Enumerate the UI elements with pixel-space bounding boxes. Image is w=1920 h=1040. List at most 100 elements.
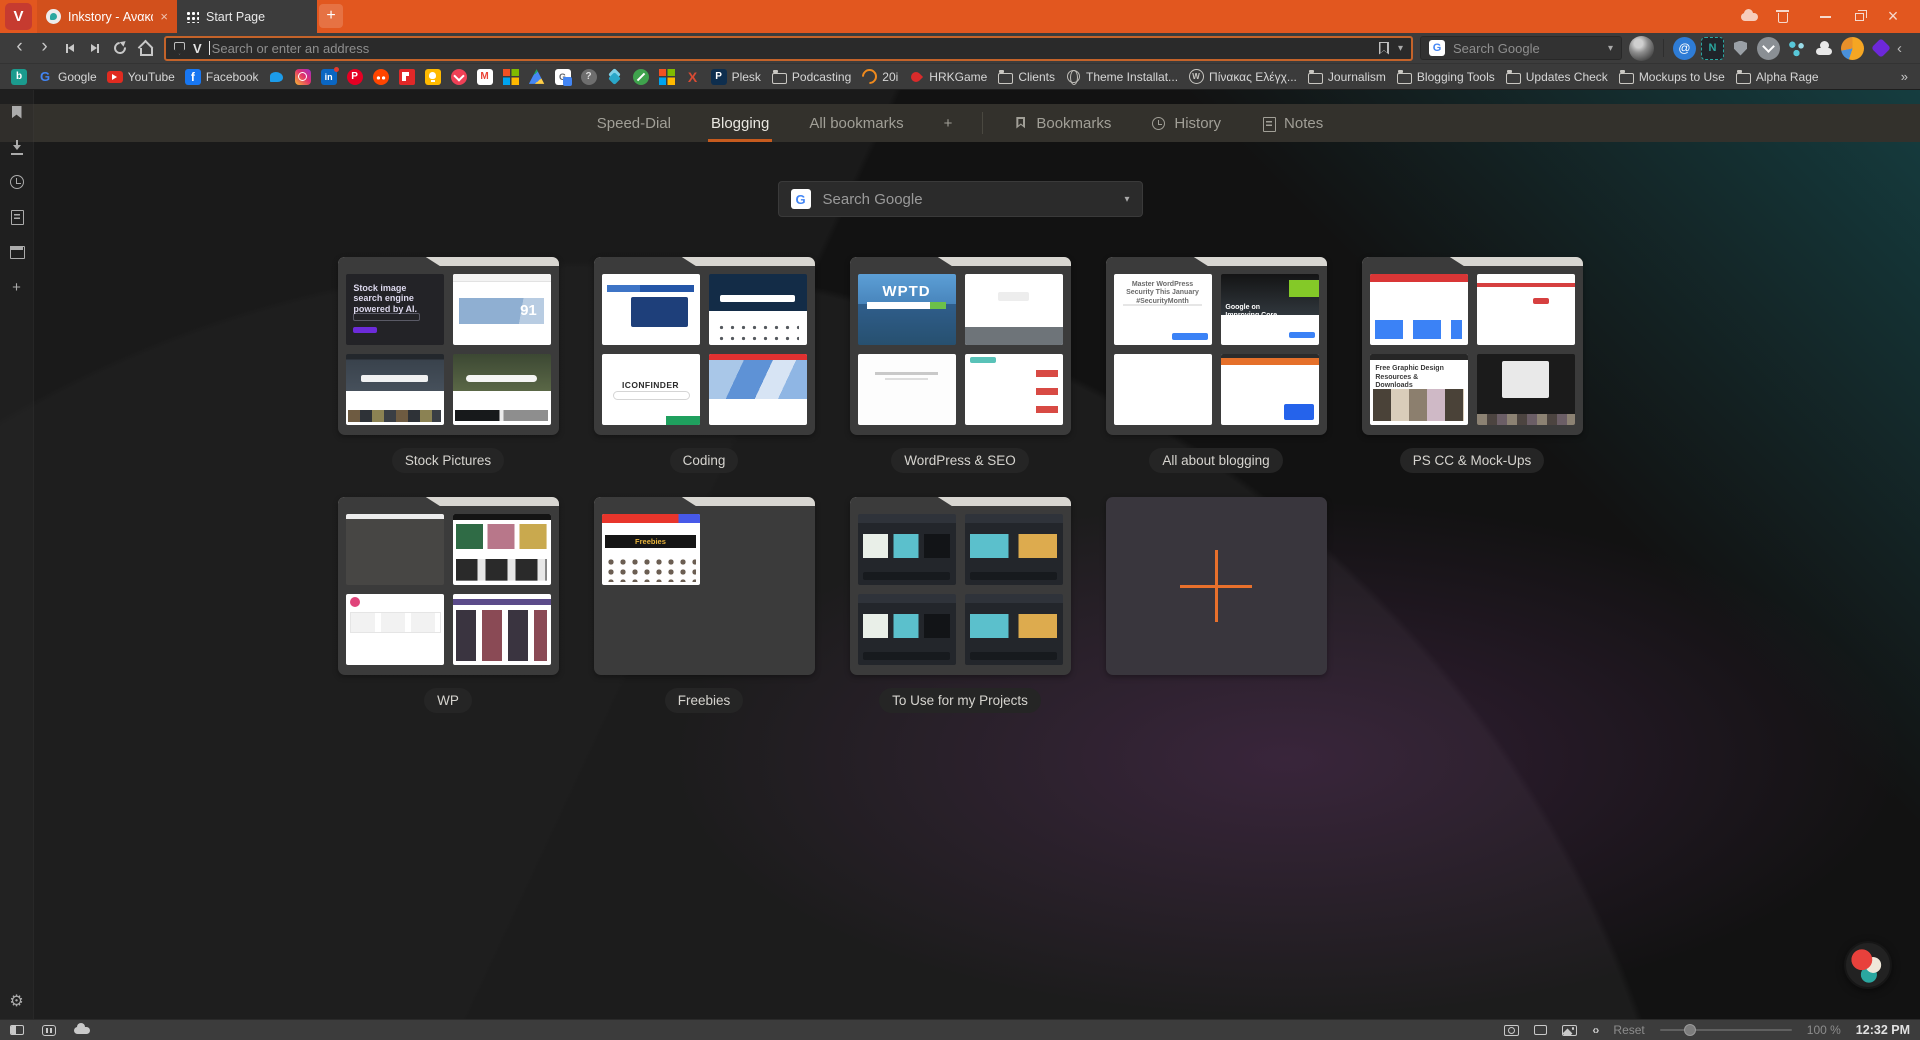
maximize-button[interactable]	[1842, 0, 1876, 33]
purple-cube-extension-icon[interactable]	[1869, 37, 1892, 60]
bookmark-item-office[interactable]	[654, 66, 680, 88]
bookmark-item-Updates Check[interactable]: Updates Check	[1500, 66, 1613, 88]
sync-cloud-icon[interactable]	[1732, 0, 1766, 33]
bookmark-item-Blogging Tools[interactable]: Blogging Tools	[1391, 66, 1500, 88]
dial-folder-tile[interactable]: Free Graphic Design Resources & Download…	[1362, 257, 1583, 435]
reload-button[interactable]	[107, 36, 132, 61]
bookmarks-panel-icon[interactable]	[9, 104, 25, 120]
bookmark-item-bing[interactable]: b	[6, 66, 32, 88]
bookmark-item-layers[interactable]	[602, 66, 628, 88]
add-speed-dial-button[interactable]	[1106, 497, 1327, 675]
zoom-slider[interactable]	[1660, 1029, 1792, 1031]
zoom-reset-button[interactable]: Reset	[1613, 1023, 1644, 1037]
capture-page-icon[interactable]	[1504, 1025, 1519, 1036]
downloads-panel-icon[interactable]	[9, 139, 25, 155]
toggle-panel-icon[interactable]	[10, 1025, 24, 1035]
rewind-button[interactable]	[57, 36, 82, 61]
back-button[interactable]: ‹	[7, 36, 32, 61]
startpage-panel-history[interactable]: History	[1148, 104, 1224, 142]
closed-tabs-trash-icon[interactable]	[1766, 0, 1800, 33]
bookmark-item-Google[interactable]: GGoogle	[32, 66, 102, 88]
dial-folder-tile[interactable]: WPTD	[850, 257, 1071, 435]
dial-folder-tile[interactable]: Stock image search engine powered by AI.…	[338, 257, 559, 435]
bookmark-item-keep[interactable]	[420, 66, 446, 88]
add-web-panel-icon[interactable]: +	[9, 279, 25, 295]
bookmark-item-Clients[interactable]: Clients	[992, 66, 1060, 88]
bookmark-item-linkedin[interactable]: in	[316, 66, 342, 88]
start-page-search-field[interactable]: G Search Google ▾	[778, 181, 1143, 217]
startpage-tab-speed-dial[interactable]: Speed-Dial	[594, 104, 674, 142]
minimize-button[interactable]	[1808, 0, 1842, 33]
bookmark-item-pinterest[interactable]: P	[342, 66, 368, 88]
bookmark-item-twitter[interactable]	[264, 66, 290, 88]
bookmark-item-Journalism[interactable]: Journalism	[1302, 66, 1391, 88]
bookmark-item-YouTube[interactable]: YouTube	[102, 66, 180, 88]
startpage-tab-blogging[interactable]: Blogging	[708, 104, 772, 142]
bookmark-item-redx[interactable]: X	[680, 66, 706, 88]
dial-folder-tile[interactable]: Master WordPress Security This January #…	[1106, 257, 1327, 435]
bookmark-item-reddit[interactable]	[368, 66, 394, 88]
new-tab-button[interactable]: +	[319, 4, 343, 28]
bookmark-item-Podcasting[interactable]: Podcasting	[766, 66, 856, 88]
vivaldi-menu-button[interactable]: V	[5, 3, 32, 30]
cloud-extension-icon[interactable]	[1813, 37, 1836, 60]
address-dropdown-icon[interactable]: ▾	[1398, 43, 1403, 54]
startpage-panel-notes[interactable]: Notes	[1258, 104, 1326, 142]
profile-avatar[interactable]	[1629, 36, 1654, 61]
bookmark-item-drive[interactable]	[524, 66, 550, 88]
collapse-extensions-icon[interactable]: ‹	[1897, 40, 1913, 57]
tab-close-icon[interactable]: ×	[160, 9, 168, 24]
bookmark-item-HRKGame[interactable]: HRKGame	[903, 66, 992, 88]
settings-gear-icon[interactable]: ⚙	[9, 993, 25, 1009]
bookmark-item-Facebook[interactable]: fFacebook	[180, 66, 264, 88]
address-field[interactable]: V Search or enter an address ▾	[164, 36, 1413, 61]
bookmark-item-instagram[interactable]	[290, 66, 316, 88]
bookmark-item-flipboard[interactable]	[394, 66, 420, 88]
bookmark-item-Theme Installat...[interactable]: Theme Installat...	[1060, 66, 1183, 88]
bookmarks-overflow-icon[interactable]: »	[1895, 69, 1914, 84]
toggle-images-icon[interactable]	[1562, 1025, 1577, 1036]
sync-status-icon[interactable]	[74, 1027, 90, 1034]
molecule-extension-icon[interactable]	[1785, 37, 1808, 60]
toolbar-search-field[interactable]: G Search Google ▾	[1420, 36, 1622, 60]
shield-extension-icon[interactable]	[1729, 37, 1752, 60]
bookmark-item-microsoft[interactable]	[498, 66, 524, 88]
tab-tiling-icon[interactable]	[42, 1025, 56, 1036]
bookmark-item-Πίνακας Ελέγχ...[interactable]: WΠίνακας Ελέγχ...	[1183, 66, 1302, 88]
bookmark-item-20i[interactable]: 20i	[856, 66, 903, 88]
bookmark-item-Alpha Rage[interactable]: Alpha Rage	[1730, 66, 1824, 88]
capture-area-icon[interactable]	[1534, 1025, 1547, 1035]
bookmark-item-gmail[interactable]: M	[472, 66, 498, 88]
fast-forward-button[interactable]	[82, 36, 107, 61]
home-button[interactable]	[132, 36, 157, 61]
bookmark-item-pocket[interactable]	[446, 66, 472, 88]
search-dropdown-icon[interactable]: ▾	[1124, 194, 1129, 205]
floating-action-button[interactable]	[1844, 941, 1892, 989]
bookmark-item-greenlink[interactable]	[628, 66, 654, 88]
at-extension-icon[interactable]: @	[1673, 37, 1696, 60]
dial-folder-tile[interactable]: Freebies	[594, 497, 815, 675]
dial-folder-tile[interactable]	[338, 497, 559, 675]
tab-start-page[interactable]: Start Page	[177, 0, 317, 33]
history-panel-icon[interactable]	[9, 174, 25, 190]
bookmark-item-help[interactable]: ?	[576, 66, 602, 88]
bookmark-page-icon[interactable]	[1379, 42, 1389, 55]
search-engine-dropdown-icon[interactable]: ▾	[1608, 43, 1613, 54]
tracker-shield-icon[interactable]	[174, 42, 185, 55]
bookmark-item-translate[interactable]: G	[550, 66, 576, 88]
forward-button[interactable]: ›	[32, 36, 57, 61]
close-button[interactable]: ×	[1876, 0, 1910, 33]
pocket-extension-icon[interactable]	[1757, 37, 1780, 60]
startpage-tab-[interactable]: +	[941, 104, 956, 142]
bookmark-item-Mockups to Use[interactable]: Mockups to Use	[1613, 66, 1730, 88]
page-actions-icon[interactable]: ‹›	[1592, 1023, 1598, 1037]
tab-inkstory[interactable]: Inkstory - Ανακάλυψε την ×	[37, 0, 177, 33]
notion-clipper-extension-icon[interactable]: N	[1701, 37, 1724, 60]
bookmark-item-Plesk[interactable]: PPlesk	[706, 66, 766, 88]
startpage-panel-bookmarks[interactable]: Bookmarks	[1010, 104, 1114, 142]
dial-folder-tile[interactable]: ICONFINDER	[594, 257, 815, 435]
dial-folder-tile[interactable]	[850, 497, 1071, 675]
zoom-slider-knob[interactable]	[1684, 1024, 1696, 1036]
windows-panel-icon[interactable]	[9, 244, 25, 260]
notes-panel-icon[interactable]	[9, 209, 25, 225]
